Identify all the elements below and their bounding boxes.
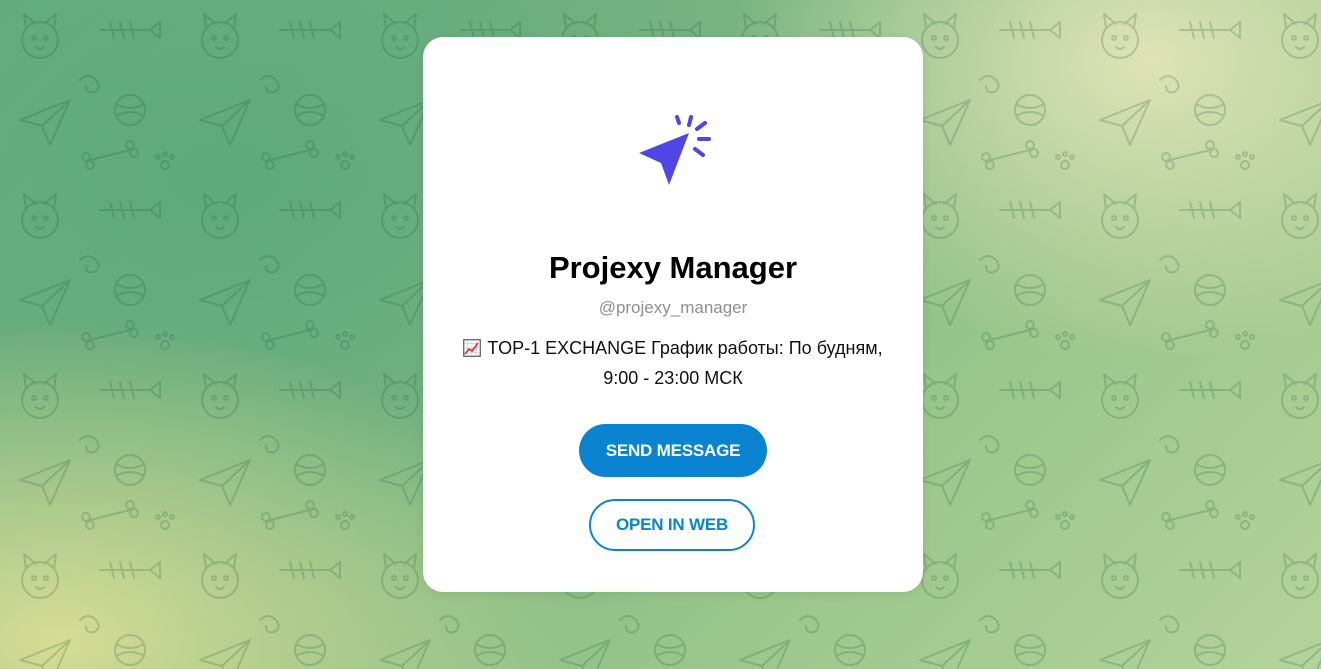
open-in-web-button[interactable]: OPEN IN WEB [589, 499, 755, 551]
bot-name: Projexy Manager [548, 250, 798, 285]
chart-increasing-icon [463, 336, 482, 357]
cursor-click-icon [631, 115, 715, 199]
bot-description: TOP-1 EXCHANGE График работы: По будням,… [443, 333, 903, 393]
description-line-2: 9:00 - 23:00 МСК [603, 368, 743, 388]
bot-profile-card: Projexy Manager @projexy_manager TOP-1 E… [423, 37, 923, 592]
bot-username: @projexy_manager [598, 298, 748, 317]
description-line-1: TOP-1 EXCHANGE График работы: По будням, [443, 333, 903, 363]
description-text-1: TOP-1 EXCHANGE График работы: По будням, [487, 338, 883, 358]
send-message-button[interactable]: SEND MESSAGE [579, 424, 767, 477]
